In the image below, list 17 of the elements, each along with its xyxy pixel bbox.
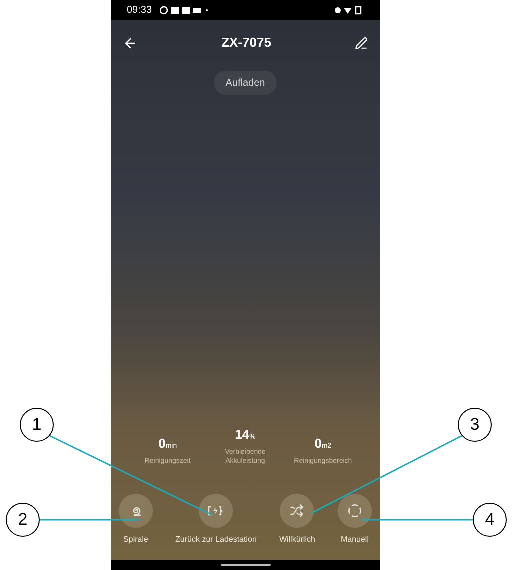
mode-button[interactable]: Zurück zur Ladestation	[176, 494, 257, 546]
mode-button[interactable]: Willkürlich	[279, 494, 316, 546]
charge-button[interactable]: Aufladen	[214, 71, 278, 95]
mode-button[interactable]: Spirale	[119, 494, 153, 546]
system-status-icons	[334, 6, 364, 14]
shuffle-icon	[290, 504, 304, 518]
status-time: 09:33	[127, 4, 152, 18]
mode-button[interactable]: Manuell	[338, 494, 372, 546]
callout-number: 4	[473, 503, 507, 537]
callout-number: 1	[20, 408, 54, 442]
notification-icons	[160, 6, 210, 14]
device-title: ZX-7075	[222, 34, 272, 52]
callout-number: 2	[6, 503, 40, 537]
battery-bolt-icon	[208, 506, 224, 516]
edit-icon[interactable]	[355, 36, 368, 50]
callout-number: 3	[458, 408, 492, 442]
back-icon[interactable]	[123, 36, 138, 50]
